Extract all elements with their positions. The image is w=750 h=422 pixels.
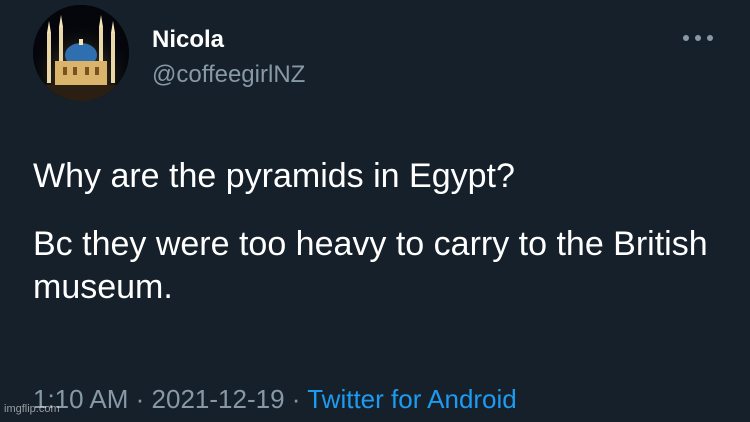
display-name[interactable]: Nicola [152,26,224,54]
avatar[interactable] [33,5,129,101]
more-horizontal-icon[interactable] [680,26,716,50]
meta-separator: · [135,384,145,414]
meta-separator: · [291,384,301,414]
tweet-date[interactable]: 2021-12-19 [152,384,285,414]
tweet-card: Nicola @coffeegirlNZ Why are the pyramid… [0,0,750,422]
watermark: imgflip.com [4,403,60,415]
tweet-meta: 1:10 AM · 2021-12-19 · Twitter for Andro… [33,383,517,415]
tweet-text-line: Bc they were too heavy to carry to the B… [33,225,708,306]
user-handle[interactable]: @coffeegirlNZ [152,61,305,89]
tweet-text: Why are the pyramids in Egypt? Bc they w… [33,155,723,309]
tweet-text-line: Why are the pyramids in Egypt? [33,157,515,195]
tweet-source-link[interactable]: Twitter for Android [307,384,517,414]
mosque-icon [33,5,129,101]
